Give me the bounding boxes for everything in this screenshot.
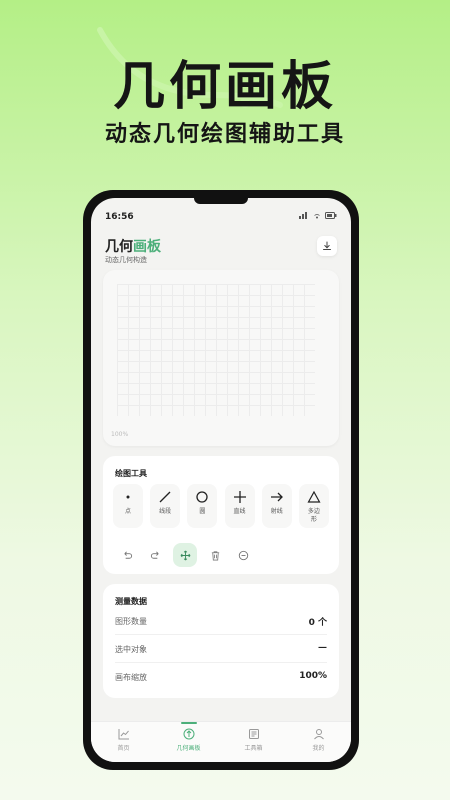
nav-active-indicator	[180, 722, 197, 724]
measure-row-selected: 选中对象 —	[115, 636, 327, 663]
download-button[interactable]	[317, 236, 337, 256]
promo-subtitle: 动态几何绘图辅助工具	[104, 122, 345, 147]
tool-label: 线段	[159, 508, 172, 515]
undo-button[interactable]	[117, 545, 137, 565]
app-title: 几何画板	[105, 236, 161, 256]
tools-title: 绘图工具	[115, 469, 147, 478]
measurement-panel: 测量数据 图形数量 0 个 选中对象 — 画布缩放 100%	[103, 584, 339, 698]
tool-label: 射线	[270, 508, 283, 515]
tool-segment[interactable]: 线段	[150, 484, 181, 528]
user-icon	[313, 729, 324, 740]
measure-label: 选中对象	[115, 645, 147, 654]
nav-label: 工具箱	[244, 745, 263, 752]
signal-icon	[299, 212, 307, 219]
app-title-highlight: 画板	[133, 239, 161, 255]
measure-row-shape-count: 图形数量 0 个	[115, 608, 327, 635]
drawing-tools-panel: 绘图工具 点 线段 圆 直线 射线 多边形	[103, 456, 339, 574]
status-bar: 16:56	[105, 210, 337, 224]
redo-button[interactable]	[145, 545, 165, 565]
circle-icon	[196, 491, 209, 503]
measure-row-zoom: 画布缩放 100%	[115, 664, 327, 690]
line-icon	[233, 491, 246, 503]
trash-icon	[211, 550, 219, 560]
measure-title: 测量数据	[115, 597, 147, 606]
chart-icon	[118, 729, 129, 740]
action-row	[117, 543, 253, 567]
nav-geometry-board[interactable]: 几何画板	[164, 722, 214, 762]
undo-icon	[123, 551, 132, 559]
canvas-icon	[183, 728, 194, 740]
nav-toolbox[interactable]: 工具箱	[229, 722, 279, 762]
wifi-icon	[314, 214, 320, 219]
move-icon	[180, 550, 190, 560]
canvas-grid	[117, 284, 315, 416]
promo-title: 几何画板	[112, 57, 337, 117]
tool-ray[interactable]: 射线	[261, 484, 292, 528]
measure-value: 0 个	[308, 618, 327, 628]
bottom-nav: 首页 几何画板 工具箱 我的	[91, 721, 351, 762]
status-icons	[299, 212, 337, 219]
toolbox-icon	[248, 729, 259, 739]
app-title-plain: 几何	[105, 239, 133, 255]
tool-circle[interactable]: 圆	[187, 484, 218, 528]
tool-label: 点	[124, 508, 131, 515]
battery-icon	[325, 212, 337, 219]
nav-label: 首页	[117, 745, 130, 752]
tool-polygon[interactable]: 多边形	[298, 484, 329, 528]
tool-line[interactable]: 直线	[224, 484, 255, 528]
polygon-icon	[307, 490, 321, 503]
nav-label: 几何画板	[176, 745, 201, 752]
delete-button[interactable]	[205, 545, 225, 565]
point-icon	[126, 495, 130, 499]
status-time: 16:56	[105, 212, 134, 222]
move-button[interactable]	[173, 543, 197, 567]
nav-home[interactable]: 首页	[99, 722, 149, 762]
measure-label: 图形数量	[115, 617, 147, 626]
canvas-zoom-label: 100%	[111, 431, 129, 438]
segment-icon	[159, 491, 171, 503]
tool-row: 点 线段 圆 直线 射线 多边形	[113, 484, 329, 530]
phone-frame: 16:56 几何画板 动态几何构造 100% 绘图工具 点 线段 圆 直线 射线…	[83, 190, 359, 770]
redo-icon	[150, 551, 159, 559]
download-icon	[323, 241, 331, 250]
app-subtitle: 动态几何构造	[105, 256, 147, 264]
tool-label: 直线	[233, 508, 246, 515]
phone-notch	[194, 198, 248, 204]
drawing-canvas[interactable]: 100%	[103, 270, 339, 446]
tool-label: 圆	[199, 508, 206, 515]
ray-icon	[270, 492, 283, 502]
nav-label: 我的	[312, 745, 325, 752]
tool-label: 多边形	[307, 508, 320, 523]
nav-profile[interactable]: 我的	[294, 722, 344, 762]
zoom-out-button[interactable]	[233, 545, 253, 565]
measure-value: 100%	[299, 671, 327, 681]
measure-value: —	[318, 643, 327, 653]
tool-point[interactable]: 点	[113, 484, 143, 528]
zoom-out-icon	[238, 550, 248, 560]
measure-label: 画布缩放	[115, 673, 147, 682]
app-screen: 16:56 几何画板 动态几何构造 100% 绘图工具 点 线段 圆 直线 射线…	[91, 198, 351, 762]
